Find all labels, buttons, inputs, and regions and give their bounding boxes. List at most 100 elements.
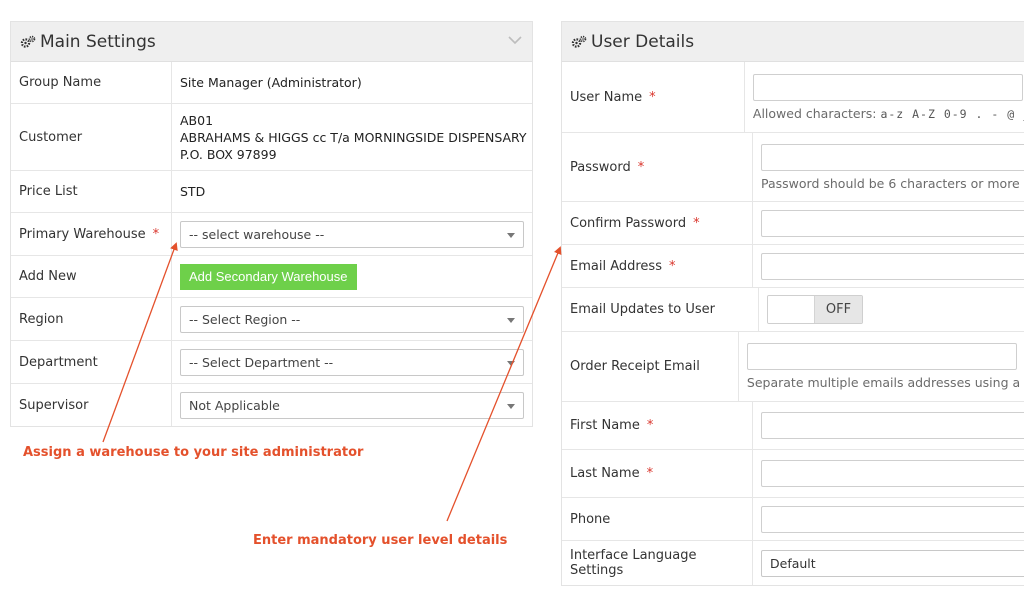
customer-name: ABRAHAMS & HIGGS cc T/a MORNINGSIDE DISP… xyxy=(180,129,527,145)
row-primary-warehouse: Primary Warehouse * -- select warehouse … xyxy=(11,213,532,256)
primary-warehouse-select[interactable]: -- select warehouse -- xyxy=(180,220,524,248)
first-name-input[interactable] xyxy=(761,412,1024,439)
user-details-panel: User Details User Name * Allowed charact… xyxy=(561,21,1024,586)
supervisor-label: Supervisor xyxy=(11,384,172,426)
first-name-cell xyxy=(753,402,1024,449)
department-label: Department xyxy=(11,341,172,383)
row-order-receipt-email: Order Receipt Email Separate multiple em… xyxy=(562,332,1024,402)
required-marker: * xyxy=(646,466,654,481)
row-price-list: Price List STD xyxy=(11,171,532,213)
customer-address: P.O. BOX 97899 xyxy=(180,146,277,162)
required-marker: * xyxy=(649,89,656,105)
region-selected: -- Select Region -- xyxy=(189,311,301,327)
main-settings-header[interactable]: Main Settings xyxy=(11,22,532,62)
phone-cell xyxy=(753,498,1024,540)
region-select[interactable]: -- Select Region -- xyxy=(180,305,524,333)
first-name-label-text: First Name xyxy=(570,418,640,433)
main-settings-title: Main Settings xyxy=(40,31,156,52)
gears-icon xyxy=(571,35,587,48)
caret-down-icon xyxy=(507,360,515,366)
confirm-password-cell xyxy=(753,202,1024,244)
phone-input[interactable] xyxy=(761,505,1024,533)
last-name-cell xyxy=(753,450,1024,497)
interface-language-selected: Default xyxy=(770,555,816,571)
group-name-value: Site Manager (Administrator) xyxy=(180,75,362,90)
primary-warehouse-label: Primary Warehouse * xyxy=(11,213,172,255)
region-label: Region xyxy=(11,298,172,340)
row-user-name: User Name * Allowed characters: a-z A-Z … xyxy=(562,62,1024,133)
password-label-text: Password xyxy=(570,159,631,175)
interface-language-select[interactable]: Default xyxy=(761,549,1024,577)
user-details-header[interactable]: User Details xyxy=(562,22,1024,62)
region-cell: -- Select Region -- xyxy=(172,298,532,340)
primary-warehouse-label-text: Primary Warehouse xyxy=(19,226,146,242)
required-marker: * xyxy=(646,418,654,433)
caret-down-icon xyxy=(507,317,515,323)
interface-language-cell: Default xyxy=(753,541,1024,585)
required-marker: * xyxy=(637,159,645,175)
first-name-label: First Name * xyxy=(562,402,753,449)
main-settings-panel: Main Settings Group Name Site Manager (A… xyxy=(10,21,533,427)
user-details-title: User Details xyxy=(591,31,695,52)
email-address-label-text: Email Address xyxy=(570,258,662,274)
confirm-password-input[interactable] xyxy=(761,209,1024,237)
user-name-help-text: Allowed characters: xyxy=(752,105,881,121)
user-name-cell: Allowed characters: a-z A-Z 0-9 . - @ _ xyxy=(745,62,1024,132)
primary-warehouse-selected: -- select warehouse -- xyxy=(189,226,325,242)
add-new-cell: Add Secondary Warehouse xyxy=(172,256,532,297)
toggle-state-off: OFF xyxy=(815,296,862,323)
email-address-cell xyxy=(753,245,1024,287)
confirm-password-label: Confirm Password * xyxy=(562,202,753,244)
chevron-down-icon[interactable] xyxy=(508,35,522,45)
supervisor-select[interactable]: Not Applicable xyxy=(180,391,524,419)
caret-down-icon xyxy=(507,232,515,238)
order-receipt-email-label: Order Receipt Email xyxy=(562,332,739,401)
required-marker: * xyxy=(668,258,676,274)
caret-down-icon xyxy=(507,403,515,409)
row-confirm-password: Confirm Password * xyxy=(562,202,1024,245)
password-input[interactable] xyxy=(761,143,1024,171)
allowed-characters: a-z A-Z 0-9 . - @ _ xyxy=(880,106,1024,121)
toggle-knob xyxy=(768,296,815,323)
department-select[interactable]: -- Select Department -- xyxy=(180,348,524,376)
email-updates-cell: OFF xyxy=(759,288,1024,331)
row-customer: Customer AB01 ABRAHAMS & HIGGS cc T/a MO… xyxy=(11,104,532,171)
order-receipt-email-help: Separate multiple emails addresses using… xyxy=(746,375,1024,390)
email-updates-label: Email Updates to User xyxy=(562,288,759,331)
row-first-name: First Name * xyxy=(562,402,1024,450)
supervisor-selected: Not Applicable xyxy=(189,397,280,413)
last-name-input[interactable] xyxy=(761,460,1024,487)
last-name-label: Last Name * xyxy=(562,450,753,497)
row-region: Region -- Select Region -- xyxy=(11,298,532,341)
department-cell: -- Select Department -- xyxy=(172,341,532,383)
row-phone: Phone xyxy=(562,498,1024,541)
primary-warehouse-cell: -- select warehouse -- xyxy=(172,213,532,255)
user-name-help: Allowed characters: a-z A-Z 0-9 . - @ _ xyxy=(753,106,1024,121)
row-group-name: Group Name Site Manager (Administrator) xyxy=(11,62,532,104)
email-address-label: Email Address * xyxy=(562,245,753,287)
annotation-warehouse: Assign a warehouse to your site administ… xyxy=(23,445,364,460)
user-name-label: User Name * xyxy=(562,62,745,132)
user-name-label-text: User Name xyxy=(570,89,643,105)
password-cell: Password should be 6 characters or more xyxy=(753,133,1024,201)
supervisor-cell: Not Applicable xyxy=(172,384,532,426)
email-updates-toggle[interactable]: OFF xyxy=(767,295,863,324)
customer-value: AB01 ABRAHAMS & HIGGS cc T/a MORNINGSIDE… xyxy=(172,104,532,170)
gears-icon xyxy=(20,35,36,48)
row-add-new: Add New Add Secondary Warehouse xyxy=(11,256,532,298)
customer-code: AB01 xyxy=(180,112,214,128)
add-secondary-warehouse-button[interactable]: Add Secondary Warehouse xyxy=(180,263,357,290)
customer-label: Customer xyxy=(11,104,172,170)
row-department: Department -- Select Department -- xyxy=(11,341,532,384)
user-name-input[interactable] xyxy=(752,73,1023,101)
row-email-updates: Email Updates to User OFF xyxy=(562,288,1024,332)
group-name-label: Group Name xyxy=(11,62,172,103)
order-receipt-email-input[interactable] xyxy=(746,343,1017,370)
email-address-input[interactable] xyxy=(761,252,1024,280)
interface-language-label: Interface Language Settings xyxy=(562,541,753,585)
add-new-label: Add New xyxy=(11,256,172,297)
row-interface-language: Interface Language Settings Default xyxy=(562,541,1024,585)
row-email-address: Email Address * xyxy=(562,245,1024,288)
row-password: Password * Password should be 6 characte… xyxy=(562,133,1024,202)
price-list-label: Price List xyxy=(11,171,172,212)
